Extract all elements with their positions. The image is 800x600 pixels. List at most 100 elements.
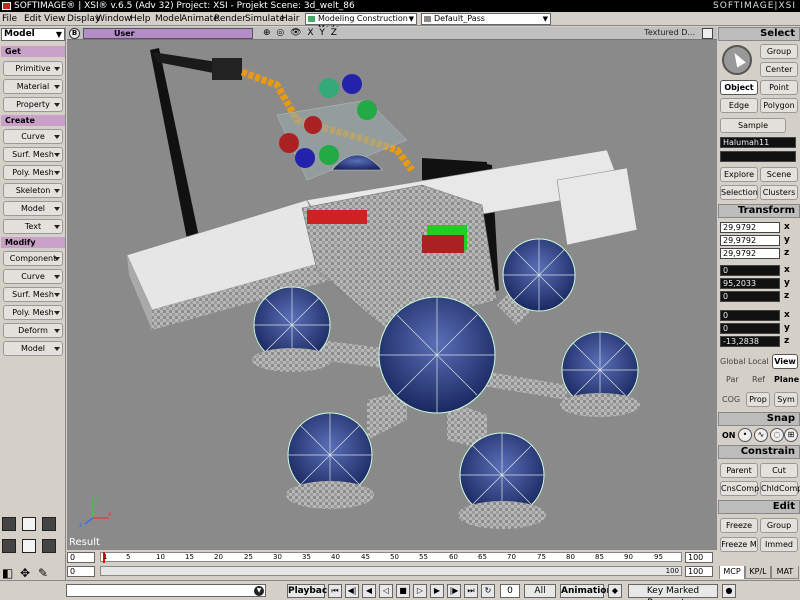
modify-surf-mesh-button[interactable]: Surf. Mesh	[3, 287, 63, 302]
next-key-icon[interactable]: |▶	[447, 584, 461, 598]
parent-button[interactable]: Parent	[720, 463, 758, 478]
local-option[interactable]: Local	[748, 357, 769, 366]
frame-field[interactable]: 0	[500, 584, 520, 598]
scene-button[interactable]: Scene	[760, 167, 798, 182]
modify-poly-mesh-button[interactable]: Poly. Mesh	[3, 305, 63, 320]
create-curve-button[interactable]: Curve	[3, 129, 63, 144]
create-skeleton-button[interactable]: Skeleton	[3, 183, 63, 198]
frame-start-field[interactable]: 0	[67, 566, 95, 577]
sym-button[interactable]: Sym	[774, 392, 798, 407]
playback-button[interactable]: Playback	[287, 584, 333, 598]
select-edge-button[interactable]: Edge	[720, 98, 758, 113]
modify-model-button[interactable]: Model	[3, 341, 63, 356]
view-option[interactable]: View	[772, 354, 798, 369]
prop-button[interactable]: Prop	[746, 392, 770, 407]
select-object-button[interactable]: Object	[720, 80, 758, 95]
menu-window[interactable]: Window	[96, 13, 132, 25]
autokey-icon[interactable]: ●	[722, 584, 736, 598]
primitive-button[interactable]: Primitive	[3, 61, 63, 76]
plane-option[interactable]: Plane	[774, 375, 799, 384]
select-polygon-button[interactable]: Polygon	[760, 98, 798, 113]
scale-y-field[interactable]: 29,9792	[720, 235, 780, 246]
par-option[interactable]: Par	[726, 375, 739, 384]
create-surf-mesh-button[interactable]: Surf. Mesh	[3, 147, 63, 162]
maximize-icon[interactable]	[702, 28, 713, 39]
tab-mat[interactable]: MAT	[771, 565, 799, 579]
snap-grid-icon[interactable]: ⊞	[784, 428, 798, 442]
layout-split-icon[interactable]	[22, 517, 36, 531]
scale-x-field[interactable]: 29,9792	[720, 222, 780, 233]
select-tool-icon[interactable]	[722, 45, 752, 75]
layout-vertical-icon[interactable]	[22, 539, 36, 553]
pass-dropdown[interactable]: Default_Pass ▼	[421, 13, 551, 25]
menu-hair[interactable]: Hair	[281, 13, 299, 25]
menu-help[interactable]: Help	[130, 13, 151, 25]
property-button[interactable]: Property	[3, 97, 63, 112]
snap-point-icon[interactable]: •	[738, 428, 752, 442]
snap-curve-icon[interactable]: ∿	[754, 428, 768, 442]
create-poly-mesh-button[interactable]: Poly. Mesh	[3, 165, 63, 180]
immed-button[interactable]: Immed	[760, 537, 798, 552]
translation-y-field[interactable]: 0	[720, 323, 780, 334]
stop-icon[interactable]: ■	[396, 584, 410, 598]
timeline-start-field[interactable]: 0	[67, 552, 95, 563]
explore-button[interactable]: Explore	[720, 167, 758, 182]
module-dropdown[interactable]: Model ▼	[1, 28, 65, 41]
all-dropdown[interactable]: All	[524, 584, 556, 598]
scale-z-field[interactable]: 29,9792	[720, 248, 780, 259]
prev-frame-icon[interactable]: ◀	[362, 584, 376, 598]
last-frame-icon[interactable]: ⏭	[464, 584, 478, 598]
snap-on-toggle[interactable]: ON	[722, 431, 736, 440]
key-icon[interactable]: ◆	[608, 584, 622, 598]
command-line-input[interactable]: ▼	[66, 584, 266, 597]
cog-option[interactable]: COG	[722, 395, 740, 404]
construction-mode-dropdown[interactable]: Modeling Construction Mode ▼	[305, 13, 417, 33]
key-marked-parameters-button[interactable]: Key Marked Parameters	[628, 584, 718, 600]
3d-viewport[interactable]: B ▼ User ⊕ ◎ 👁 X Y Z Textured D...	[67, 27, 717, 550]
viewport-tools[interactable]: ⊕ ◎ 👁 X Y Z	[263, 28, 337, 38]
paint-icon[interactable]: ✎	[38, 566, 48, 580]
play-forward-icon[interactable]: ▷	[413, 584, 427, 598]
timeline-end-field[interactable]: 100	[685, 552, 713, 563]
layout-single-icon[interactable]	[2, 517, 16, 531]
global-option[interactable]: Global	[720, 357, 746, 366]
section-modify[interactable]: Modify	[1, 237, 65, 248]
menu-render[interactable]: Render	[214, 13, 246, 25]
tab-kpl[interactable]: KP/L	[745, 565, 771, 579]
clusters-button[interactable]: Clusters	[760, 185, 798, 200]
create-text-button[interactable]: Text	[3, 219, 63, 234]
menu-file[interactable]: File	[2, 13, 17, 25]
childcomp-button[interactable]: ChldComp	[760, 481, 800, 496]
prev-key-icon[interactable]: ◀|	[345, 584, 359, 598]
select-group-button[interactable]: Group	[760, 44, 798, 59]
cnscomp-button[interactable]: CnsComp	[720, 481, 759, 496]
freeze-m-button[interactable]: Freeze M	[720, 537, 758, 552]
modify-curve-button[interactable]: Curve	[3, 269, 63, 284]
timeline-ruler[interactable]: 1 5 10 15 20 25 30 35 40 45 50 55 60 65 70 75 80 85 90 95	[100, 552, 682, 563]
transform-tool-icon[interactable]: ✥	[20, 566, 30, 580]
section-get[interactable]: Get	[1, 46, 65, 57]
menu-edit[interactable]: Edit	[24, 13, 41, 25]
select-point-button[interactable]: Point	[760, 80, 798, 95]
layout-quad-icon[interactable]	[42, 517, 56, 531]
rotation-z-field[interactable]: 0	[720, 291, 780, 302]
translation-x-field[interactable]: 0	[720, 310, 780, 321]
modify-deform-button[interactable]: Deform	[3, 323, 63, 338]
shading-mode[interactable]: Textured D...	[644, 28, 695, 37]
cut-button[interactable]: Cut	[760, 463, 798, 478]
menu-view[interactable]: View	[44, 13, 65, 25]
select-sample-button[interactable]: Sample	[720, 118, 786, 133]
create-model-button[interactable]: Model	[3, 201, 63, 216]
ref-option[interactable]: Ref	[752, 375, 765, 384]
freeze-button[interactable]: Freeze	[720, 518, 758, 533]
frame-end-field[interactable]: 100	[685, 566, 713, 577]
tab-mcp[interactable]: MCP	[719, 565, 745, 579]
animation-button[interactable]: Animation	[560, 584, 613, 598]
layout-horizontal-icon[interactable]	[2, 539, 16, 553]
camera-dropdown[interactable]: User	[83, 28, 253, 39]
modify-component-button[interactable]: Component	[3, 251, 63, 266]
rotation-y-field[interactable]: 95,2033	[720, 278, 780, 289]
play-backward-icon[interactable]: ◁	[379, 584, 393, 598]
rotation-x-field[interactable]: 0	[720, 265, 780, 276]
next-frame-icon[interactable]: ▶	[430, 584, 444, 598]
